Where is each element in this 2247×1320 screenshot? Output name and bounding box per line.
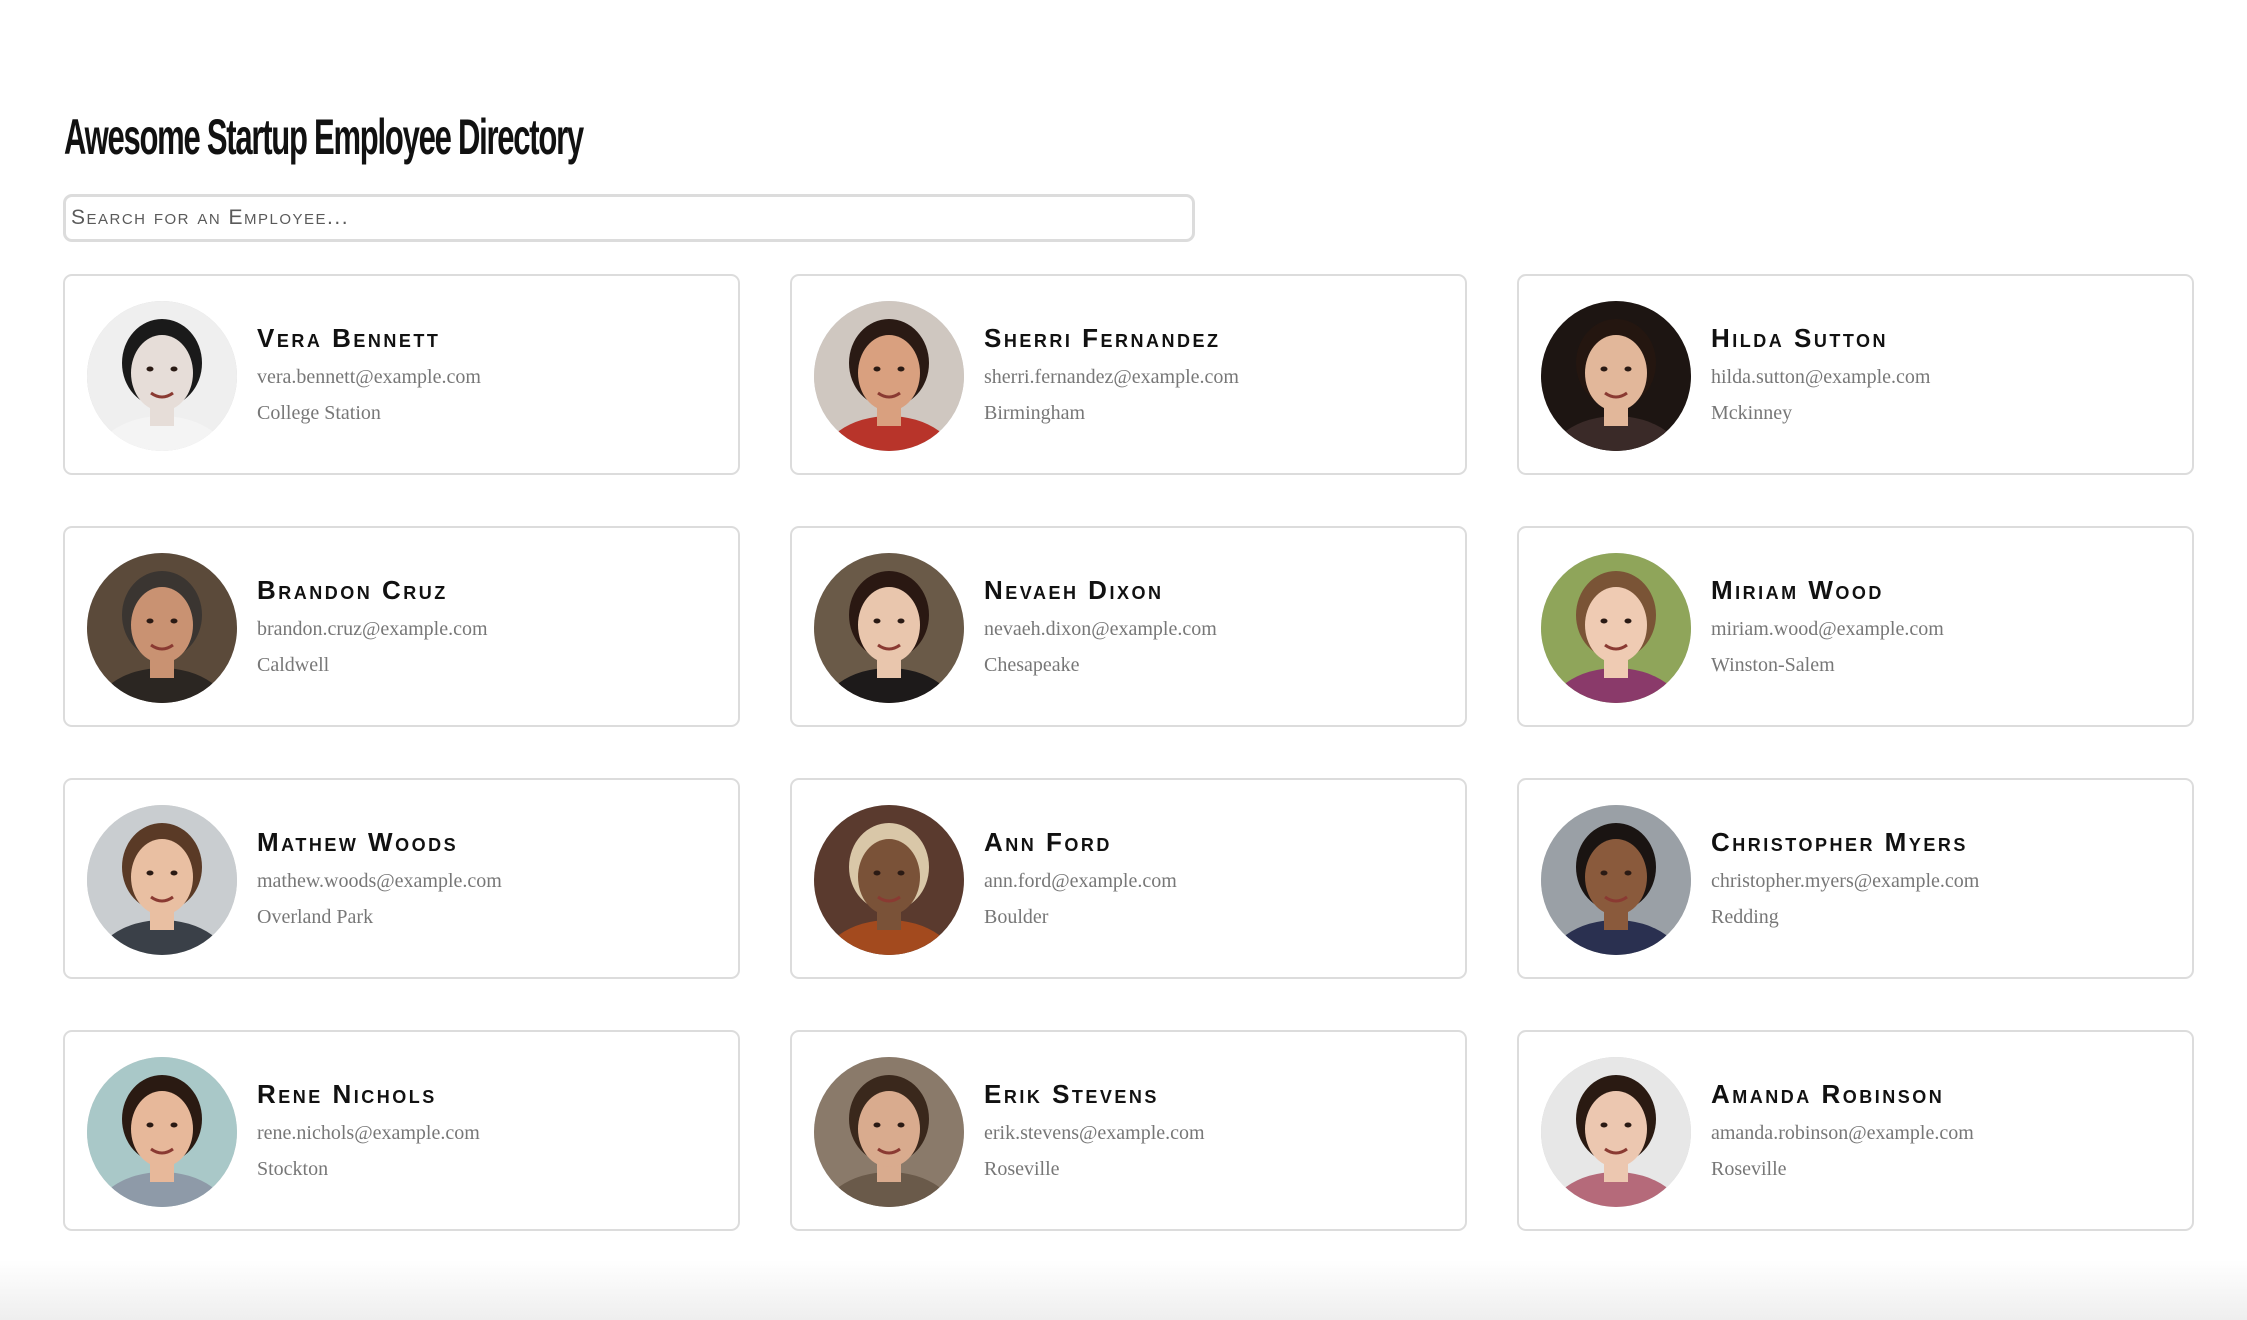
employee-avatar <box>1541 301 1691 451</box>
employee-email: christopher.myers@example.com <box>1711 870 1980 892</box>
employee-info: Nevaeh Dixon nevaeh.dixon@example.com Ch… <box>984 575 1217 677</box>
employee-card[interactable]: Amanda Robinson amanda.robinson@example.… <box>1517 1030 2194 1231</box>
employee-email: hilda.sutton@example.com <box>1711 366 1931 388</box>
employee-card[interactable]: Hilda Sutton hilda.sutton@example.com Mc… <box>1517 274 2194 475</box>
avatar-portrait <box>814 1057 964 1207</box>
avatar-portrait <box>87 1057 237 1207</box>
employee-info: Rene Nichols rene.nichols@example.com St… <box>257 1079 480 1181</box>
employee-info: Amanda Robinson amanda.robinson@example.… <box>1711 1079 1974 1181</box>
employee-card[interactable]: Erik Stevens erik.stevens@example.com Ro… <box>790 1030 1467 1231</box>
employee-avatar <box>87 805 237 955</box>
search-input[interactable] <box>63 194 1195 242</box>
employee-name: Erik Stevens <box>984 1079 1159 1109</box>
employee-avatar <box>814 1057 964 1207</box>
employee-card[interactable]: Vera Bennett vera.bennett@example.com Co… <box>63 274 740 475</box>
employee-email: erik.stevens@example.com <box>984 1122 1205 1144</box>
employee-name: Christopher Myers <box>1711 827 1968 857</box>
avatar-portrait <box>814 805 964 955</box>
employee-info: Mathew Woods mathew.woods@example.com Ov… <box>257 827 502 929</box>
employee-city: Roseville <box>984 1158 1060 1180</box>
employee-card[interactable]: Rene Nichols rene.nichols@example.com St… <box>63 1030 740 1231</box>
employee-email: ann.ford@example.com <box>984 870 1177 892</box>
employee-info: Hilda Sutton hilda.sutton@example.com Mc… <box>1711 323 1930 425</box>
employee-info: Miriam Wood miriam.wood@example.com Wins… <box>1711 575 1944 677</box>
avatar-portrait <box>87 301 237 451</box>
employee-email: rene.nichols@example.com <box>257 1122 480 1144</box>
employee-name: Hilda Sutton <box>1711 323 1888 353</box>
avatar-portrait <box>814 553 964 703</box>
employee-city: Mckinney <box>1711 402 1793 424</box>
avatar-portrait <box>1541 1057 1691 1207</box>
employee-name: Sherri Fernandez <box>984 323 1221 353</box>
avatar-portrait <box>1541 553 1691 703</box>
bottom-shade <box>0 1260 2247 1320</box>
employee-info: Erik Stevens erik.stevens@example.com Ro… <box>984 1079 1205 1181</box>
employee-avatar <box>87 1057 237 1207</box>
employee-city: Roseville <box>1711 1158 1787 1180</box>
employee-name: Amanda Robinson <box>1711 1079 1945 1109</box>
avatar-portrait <box>87 805 237 955</box>
avatar-portrait <box>1541 805 1691 955</box>
avatar-portrait <box>1541 301 1691 451</box>
employee-card[interactable]: Ann Ford ann.ford@example.com Boulder <box>790 778 1467 979</box>
employee-city: Caldwell <box>257 654 330 676</box>
employee-city: Chesapeake <box>984 654 1080 676</box>
employee-avatar <box>814 553 964 703</box>
employee-grid: Vera Bennett vera.bennett@example.com Co… <box>63 274 2195 1231</box>
employee-name: Mathew Woods <box>257 827 459 857</box>
employee-card[interactable]: Miriam Wood miriam.wood@example.com Wins… <box>1517 526 2194 727</box>
employee-email: vera.bennett@example.com <box>257 366 481 388</box>
employee-avatar <box>1541 1057 1691 1207</box>
employee-city: Birmingham <box>984 402 1086 424</box>
employee-avatar <box>1541 805 1691 955</box>
employee-email: brandon.cruz@example.com <box>257 618 488 640</box>
avatar-portrait <box>87 553 237 703</box>
employee-card[interactable]: Nevaeh Dixon nevaeh.dixon@example.com Ch… <box>790 526 1467 727</box>
avatar-portrait <box>814 301 964 451</box>
employee-avatar <box>1541 553 1691 703</box>
employee-info: Brandon Cruz brandon.cruz@example.com Ca… <box>257 575 488 677</box>
employee-name: Vera Bennett <box>257 323 441 353</box>
employee-name: Brandon Cruz <box>257 575 448 605</box>
employee-card[interactable]: Christopher Myers christopher.myers@exam… <box>1517 778 2194 979</box>
employee-info: Ann Ford ann.ford@example.com Boulder <box>984 827 1177 929</box>
employee-email: nevaeh.dixon@example.com <box>984 618 1217 640</box>
employee-avatar <box>814 805 964 955</box>
employee-name: Ann Ford <box>984 827 1112 857</box>
employee-city: College Station <box>257 402 381 424</box>
employee-avatar <box>87 553 237 703</box>
employee-city: Redding <box>1711 906 1779 928</box>
employee-info: Vera Bennett vera.bennett@example.com Co… <box>257 323 481 425</box>
employee-name: Miriam Wood <box>1711 575 1884 605</box>
employee-city: Winston-Salem <box>1711 654 1835 676</box>
employee-city: Overland Park <box>257 906 374 928</box>
employee-avatar <box>87 301 237 451</box>
page-title: Awesome Startup Employee Directory <box>64 109 584 165</box>
employee-directory-page: Awesome Startup Employee Directory Searc… <box>0 0 2247 1320</box>
employee-email: amanda.robinson@example.com <box>1711 1122 1974 1144</box>
employee-card[interactable]: Brandon Cruz brandon.cruz@example.com Ca… <box>63 526 740 727</box>
employee-info: Christopher Myers christopher.myers@exam… <box>1711 827 1979 929</box>
employee-info: Sherri Fernandez sherri.fernandez@exampl… <box>984 323 1239 425</box>
employee-email: sherri.fernandez@example.com <box>984 366 1239 388</box>
employee-card[interactable]: Mathew Woods mathew.woods@example.com Ov… <box>63 778 740 979</box>
employee-card[interactable]: Sherri Fernandez sherri.fernandez@exampl… <box>790 274 1467 475</box>
employee-email: mathew.woods@example.com <box>257 870 502 892</box>
employee-email: miriam.wood@example.com <box>1711 618 1944 640</box>
employee-name: Rene Nichols <box>257 1079 437 1109</box>
employee-avatar <box>814 301 964 451</box>
employee-city: Stockton <box>257 1158 329 1180</box>
employee-name: Nevaeh Dixon <box>984 575 1164 605</box>
employee-city: Boulder <box>984 906 1049 928</box>
